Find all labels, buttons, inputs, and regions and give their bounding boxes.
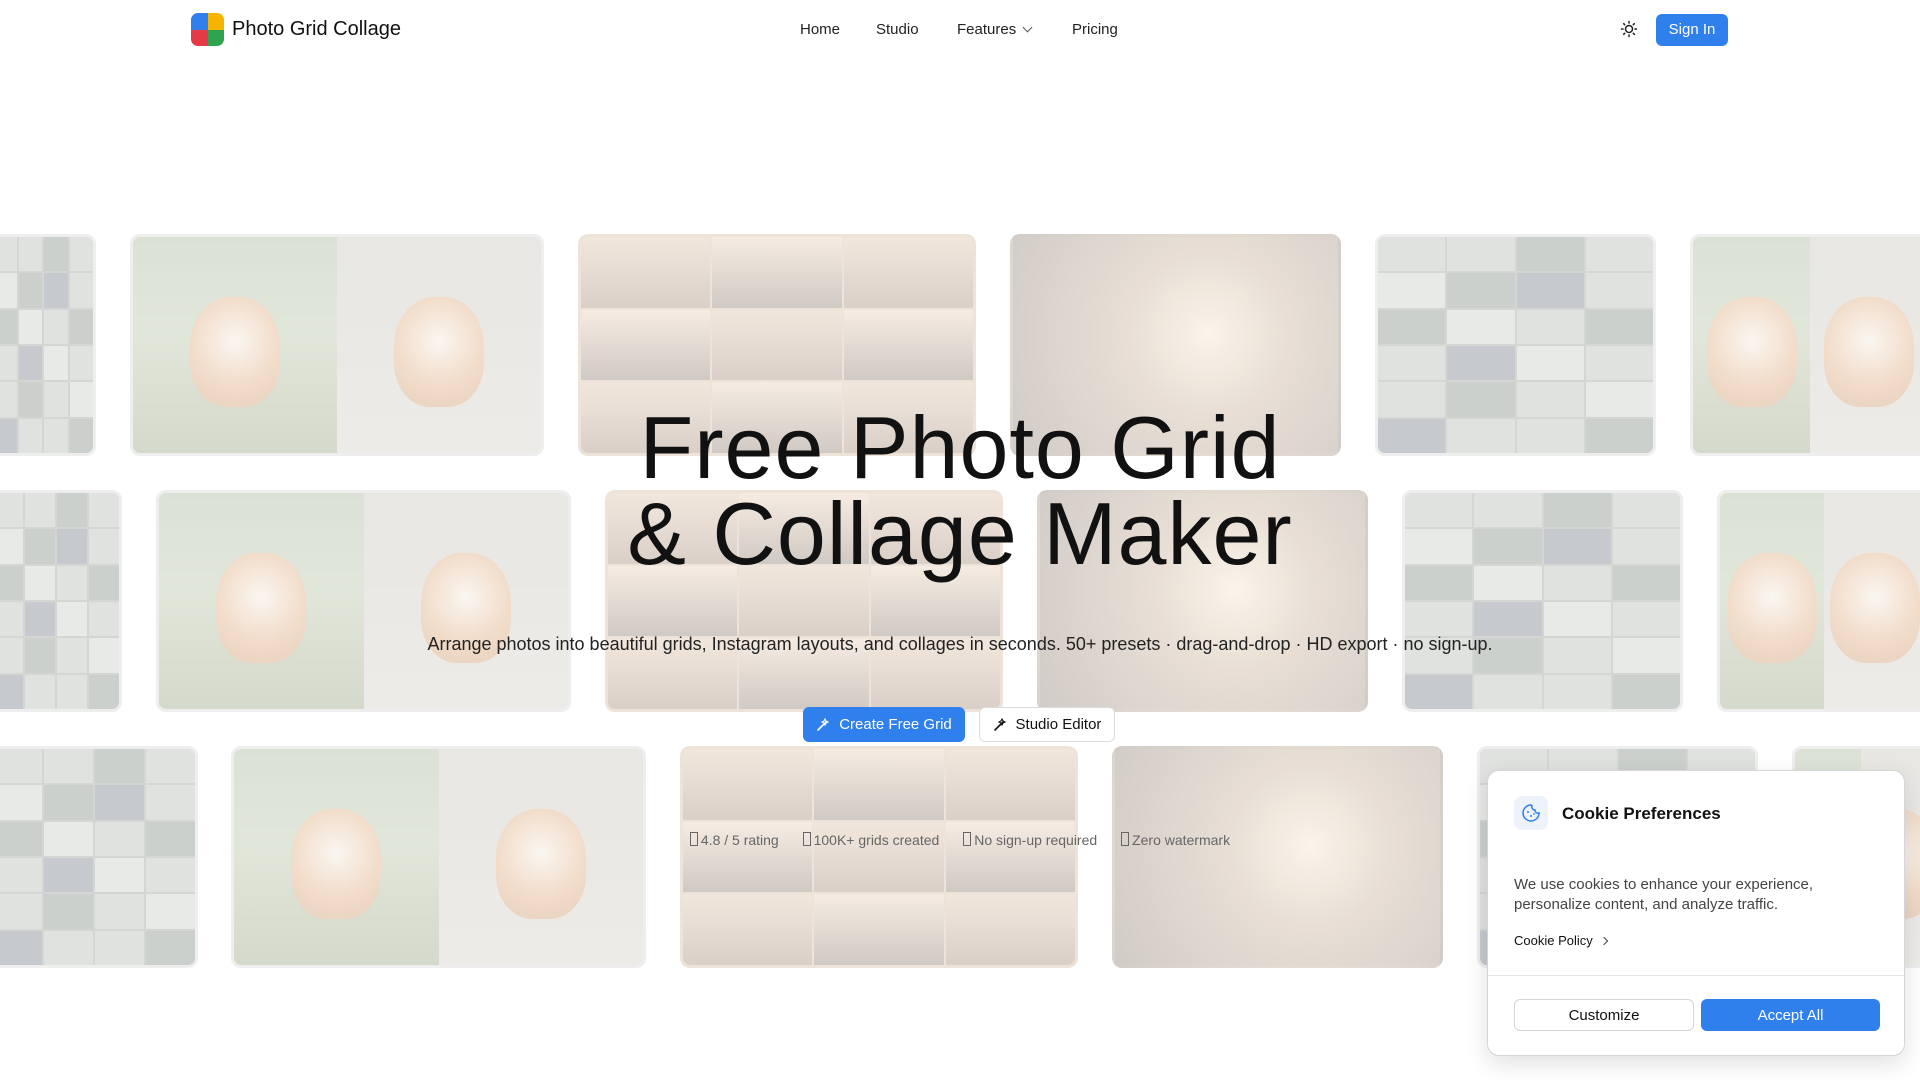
- cookie-divider: [1488, 975, 1904, 976]
- chevron-right-icon: [1599, 936, 1609, 946]
- stat-grids-created: 100K+ grids created: [802, 832, 940, 848]
- sign-in-button[interactable]: Sign In: [1656, 14, 1728, 46]
- nav-features-label: Features: [957, 21, 1017, 38]
- hero-title-line-2: & Collage Maker: [627, 484, 1293, 583]
- cookie-description: We use cookies to enhance your experienc…: [1514, 876, 1814, 913]
- sun-icon[interactable]: [1620, 20, 1638, 38]
- cookie-policy-link[interactable]: Cookie Policy: [1514, 933, 1609, 948]
- stat-watermark-text: Zero watermark: [1132, 832, 1231, 848]
- stat-rating: 4.8 / 5 rating: [689, 832, 779, 848]
- customize-button[interactable]: Customize: [1514, 999, 1694, 1031]
- cookie-title: Cookie Preferences: [1562, 804, 1721, 823]
- top-navigation: Photo Grid Collage Home Studio Features …: [0, 0, 1920, 60]
- magic-wand-icon: [993, 717, 1006, 731]
- create-free-grid-label: Create Free Grid: [839, 716, 952, 733]
- studio-editor-button[interactable]: Studio Editor: [979, 707, 1115, 742]
- cookie-policy-label: Cookie Policy: [1514, 933, 1593, 948]
- accept-all-button[interactable]: Accept All: [1701, 999, 1880, 1031]
- studio-editor-label: Studio Editor: [1015, 716, 1102, 733]
- stat-no-signup: No sign-up required: [963, 832, 1097, 848]
- nav-home-link[interactable]: Home: [800, 21, 840, 38]
- logo-icon[interactable]: [191, 13, 224, 46]
- stat-signup-text: No sign-up required: [974, 832, 1098, 848]
- grid-icon: [802, 832, 811, 846]
- star-icon: [689, 832, 698, 846]
- hero-title: Free Photo Grid & Collage Maker: [0, 398, 1920, 583]
- nav-pricing-link[interactable]: Pricing: [1072, 21, 1118, 38]
- brand-name[interactable]: Photo Grid Collage: [232, 18, 401, 41]
- create-free-grid-button[interactable]: Create Free Grid: [803, 707, 965, 742]
- cookie-preferences-panel: Cookie Preferences We use cookies to enh…: [1487, 770, 1905, 1056]
- magic-wand-icon: [817, 717, 830, 731]
- check-icon: [963, 832, 972, 846]
- stat-zero-watermark: Zero watermark: [1121, 832, 1230, 848]
- hero-title-line-1: Free Photo Grid: [639, 398, 1281, 497]
- stat-grids-text: 100K+ grids created: [813, 832, 940, 848]
- shield-icon: [1121, 832, 1130, 846]
- nav-features-dropdown[interactable]: Features: [957, 21, 1033, 38]
- nav-studio-link[interactable]: Studio: [876, 21, 919, 38]
- stat-rating-text: 4.8 / 5 rating: [700, 832, 779, 848]
- hero-subtitle: Arrange photos into beautiful grids, Ins…: [427, 634, 1493, 654]
- cookie-icon: [1514, 796, 1548, 830]
- chevron-down-icon: [1022, 22, 1033, 33]
